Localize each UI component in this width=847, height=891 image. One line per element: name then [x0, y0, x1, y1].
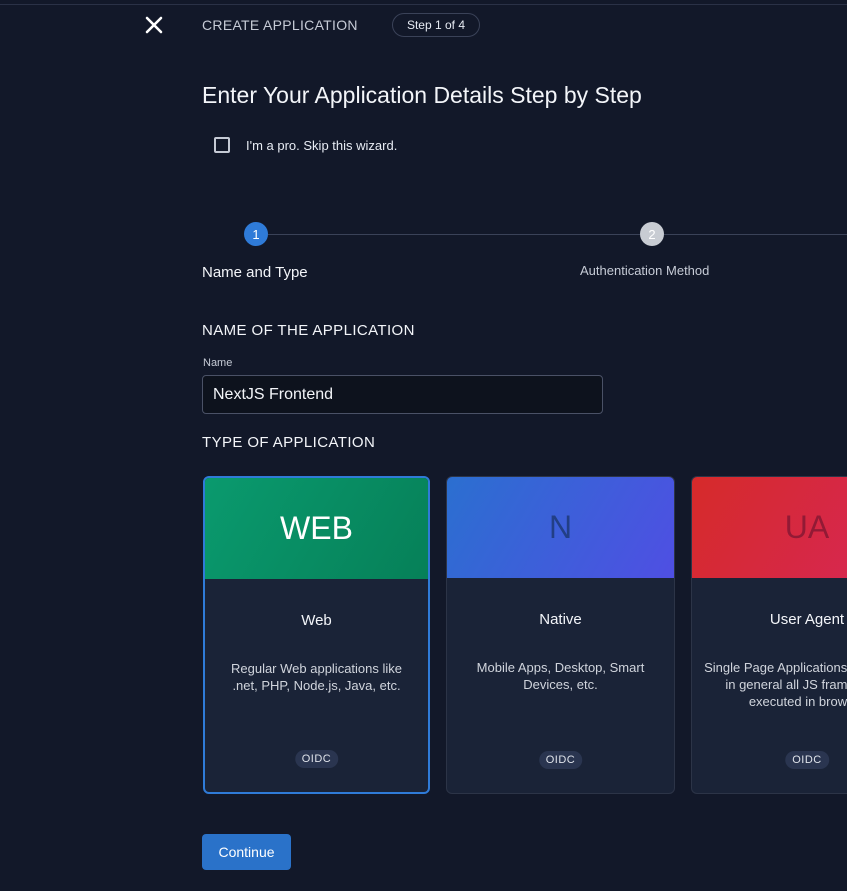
type-section-title: TYPE OF APPLICATION [202, 434, 376, 451]
close-icon [145, 16, 163, 34]
name-field-label: Name [203, 357, 233, 369]
card-native-title: Native [539, 611, 582, 628]
step-2-label: Authentication Method [580, 263, 710, 278]
card-ua-description: Single Page Applications (SPA) and in ge… [704, 660, 847, 709]
step-2-indicator: 2 [640, 222, 664, 246]
create-application-title: CREATE APPLICATION [202, 17, 358, 33]
app-type-card-native[interactable]: N Native Mobile Apps, Desktop, Smart Dev… [446, 476, 675, 794]
top-divider [0, 4, 847, 5]
app-type-card-web[interactable]: WEB Web Regular Web applications like .n… [203, 476, 430, 794]
card-native-badge: OIDC [538, 751, 583, 769]
page-title: Enter Your Application Details Step by S… [202, 82, 642, 108]
card-native-description: Mobile Apps, Desktop, Smart Devices, etc… [476, 660, 645, 692]
card-native-header: N [447, 477, 674, 578]
card-web-description: Regular Web applications like .net, PHP,… [230, 661, 403, 693]
name-section-title: NAME OF THE APPLICATION [202, 322, 415, 339]
stepper-connector [268, 234, 640, 235]
card-ua-badge: OIDC [785, 751, 829, 769]
step-1-indicator: 1 [244, 222, 268, 246]
card-web-title: Web [301, 612, 332, 629]
card-ua-header: UA [692, 477, 847, 578]
card-web-header: WEB [205, 478, 428, 579]
skip-wizard-checkbox[interactable] [214, 137, 230, 153]
skip-wizard-label: I'm a pro. Skip this wizard. [246, 137, 398, 153]
continue-button[interactable]: Continue [202, 834, 291, 870]
card-ua-title: User Agent [769, 611, 845, 628]
close-button[interactable] [143, 14, 165, 36]
step-1-label: Name and Type [202, 264, 308, 281]
skip-wizard-toggle[interactable]: I'm a pro. Skip this wizard. [214, 137, 397, 153]
application-name-input[interactable] [202, 375, 603, 414]
step-indicator-badge: Step 1 of 4 [392, 13, 480, 37]
stepper-connector [664, 234, 847, 235]
card-web-badge: OIDC [294, 750, 339, 768]
app-type-card-user-agent[interactable]: UA User Agent Single Page Applications (… [691, 476, 847, 794]
